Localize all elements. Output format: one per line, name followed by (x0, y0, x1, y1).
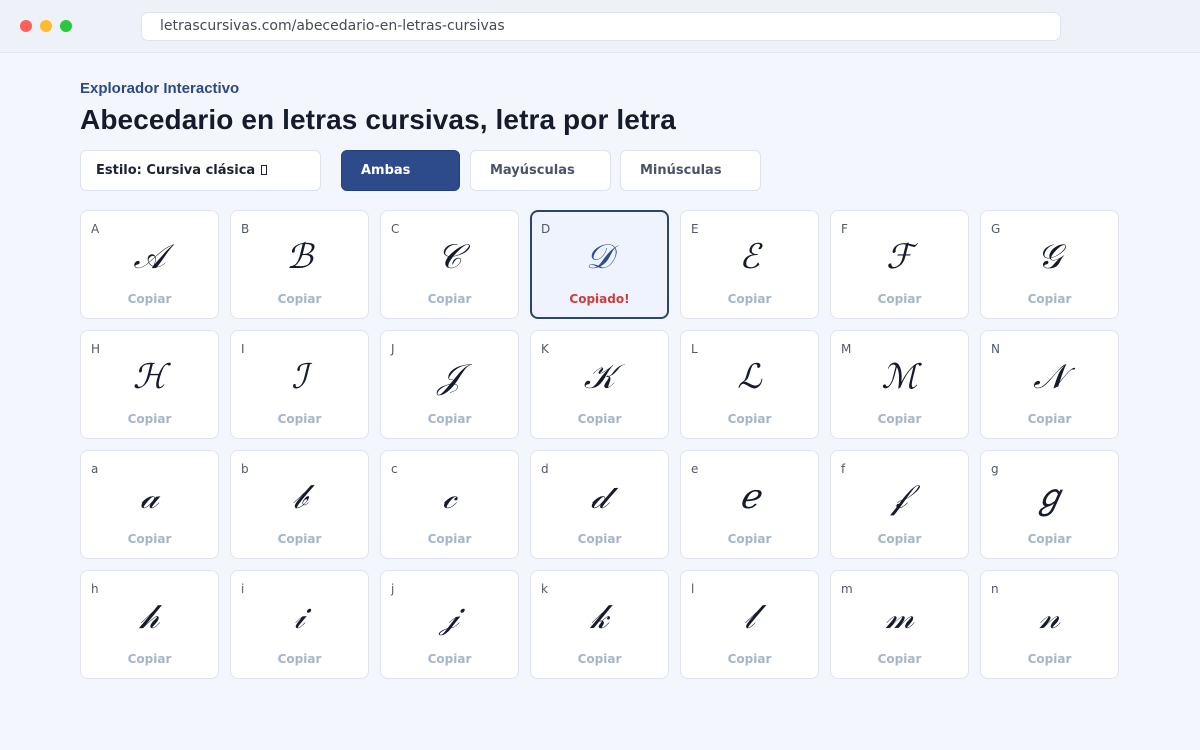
letter-card-lower-j[interactable]: j 𝒿 Copiar (380, 570, 519, 679)
copy-button[interactable]: Copiar (381, 412, 518, 426)
style-select-label: Estilo: Cursiva clásica (96, 163, 256, 178)
letter-card-lower-d[interactable]: d 𝒹 Copiar (530, 450, 669, 559)
copy-button[interactable]: Copiar (831, 652, 968, 666)
cursive-glyph: ℯ (739, 477, 760, 517)
browser-chrome: letrascursivas.com/abecedario-en-letras-… (0, 0, 1200, 53)
filter-mayusculas-button[interactable]: Mayúsculas (470, 150, 611, 191)
cursive-glyph: 𝒷 (292, 477, 307, 517)
letter-card-upper-f[interactable]: F ℱ Copiar (830, 210, 969, 319)
letter-card-upper-e[interactable]: E ℰ Copiar (680, 210, 819, 319)
letter-card-upper-b[interactable]: B ℬ Copiar (230, 210, 369, 319)
cursive-glyph: 𝒞 (437, 237, 462, 277)
cursive-glyph: 𝒾 (294, 597, 305, 637)
cursive-glyph: 𝒽 (139, 597, 160, 637)
letter-card-upper-l[interactable]: L ℒ Copiar (680, 330, 819, 439)
letter-card-lower-b[interactable]: b 𝒷 Copiar (230, 450, 369, 559)
cursive-glyph: ℰ (739, 237, 760, 277)
letter-card-lower-n[interactable]: n 𝓃 Copiar (980, 570, 1119, 679)
cursive-glyph: 𝓁 (743, 597, 756, 637)
letter-card-lower-h[interactable]: h 𝒽 Copiar (80, 570, 219, 679)
filter-minusculas-button[interactable]: Minúsculas (620, 150, 761, 191)
copy-button[interactable]: Copiar (381, 532, 518, 546)
copy-button[interactable]: Copiar (681, 292, 818, 306)
cursive-glyph: 𝒸 (442, 477, 457, 517)
cursive-glyph: ℒ (737, 357, 762, 397)
letter-card-upper-j[interactable]: J 𝒥 Copiar (380, 330, 519, 439)
filter-ambas-button[interactable]: Ambas (341, 150, 460, 191)
letter-card-lower-f[interactable]: f 𝒻 Copiar (830, 450, 969, 559)
copy-button[interactable]: Copiar (831, 532, 968, 546)
cursive-glyph: 𝒻 (891, 477, 908, 517)
copy-button[interactable]: Copiar (81, 652, 218, 666)
copy-button[interactable]: Copiar (231, 412, 368, 426)
cursive-glyph: ℊ (1032, 477, 1067, 517)
letter-card-lower-e[interactable]: e ℯ Copiar (680, 450, 819, 559)
copy-button[interactable]: Copiar (381, 652, 518, 666)
letter-card-lower-c[interactable]: c 𝒸 Copiar (380, 450, 519, 559)
cursive-glyph: ℬ (286, 237, 313, 277)
cursive-glyph: ℱ (886, 237, 913, 277)
copy-button[interactable]: Copiar (981, 412, 1118, 426)
main-content: Explorador Interactivo Abecedario en let… (0, 53, 1200, 750)
copy-button[interactable]: Copiar (81, 292, 218, 306)
cursive-glyph: 𝒶 (140, 477, 159, 517)
letter-card-upper-a[interactable]: A 𝒜 Copiar (80, 210, 219, 319)
copied-status[interactable]: Copiado! (532, 292, 667, 306)
style-select[interactable]: Estilo: Cursiva clásica (80, 150, 321, 191)
copy-button[interactable]: Copiar (381, 292, 518, 306)
letter-card-lower-k[interactable]: k 𝓀 Copiar (530, 570, 669, 679)
copy-button[interactable]: Copiar (531, 532, 668, 546)
maximize-window-icon[interactable] (60, 20, 72, 32)
copy-button[interactable]: Copiar (981, 532, 1118, 546)
copy-button[interactable]: Copiar (231, 532, 368, 546)
cursive-glyph: 𝓂 (885, 597, 914, 637)
copy-button[interactable]: Copiar (681, 652, 818, 666)
cursive-glyph: 𝒜 (133, 237, 166, 277)
page-title: Abecedario en letras cursivas, letra por… (80, 104, 676, 135)
cursive-glyph: 𝒢 (1037, 237, 1062, 277)
letter-card-upper-i[interactable]: I ℐ Copiar (230, 330, 369, 439)
letter-card-lower-a[interactable]: a 𝒶 Copiar (80, 450, 219, 559)
copy-button[interactable]: Copiar (81, 532, 218, 546)
copy-button[interactable]: Copiar (981, 292, 1118, 306)
cursive-glyph: 𝒩 (1033, 357, 1066, 397)
letter-card-upper-m[interactable]: M ℳ Copiar (830, 330, 969, 439)
copy-button[interactable]: Copiar (531, 652, 668, 666)
cursive-glyph: 𝒿 (440, 597, 459, 637)
letter-card-upper-g[interactable]: G 𝒢 Copiar (980, 210, 1119, 319)
cursive-glyph: 𝒹 (590, 477, 609, 517)
close-window-icon[interactable] (20, 20, 32, 32)
cursive-glyph: ℳ (881, 357, 918, 397)
cursive-glyph: 𝒟 (585, 237, 614, 277)
cursive-glyph: ℐ (291, 357, 308, 397)
letter-card-upper-h[interactable]: H ℋ Copiar (80, 330, 219, 439)
copy-button[interactable]: Copiar (831, 292, 968, 306)
copy-button[interactable]: Copiar (681, 532, 818, 546)
cursive-glyph: ℋ (132, 357, 167, 397)
copy-button[interactable]: Copiar (231, 652, 368, 666)
chevron-down-icon (261, 165, 268, 175)
copy-button[interactable]: Copiar (681, 412, 818, 426)
letter-card-lower-l[interactable]: l 𝓁 Copiar (680, 570, 819, 679)
cursive-glyph: 𝒥 (437, 357, 462, 397)
letter-card-upper-k[interactable]: K 𝒦 Copiar (530, 330, 669, 439)
copy-button[interactable]: Copiar (81, 412, 218, 426)
minimize-window-icon[interactable] (40, 20, 52, 32)
copy-button[interactable]: Copiar (981, 652, 1118, 666)
letter-card-upper-d[interactable]: D 𝒟 Copiado! (530, 210, 669, 319)
letter-card-lower-i[interactable]: i 𝒾 Copiar (230, 570, 369, 679)
copy-button[interactable]: Copiar (831, 412, 968, 426)
cursive-glyph: 𝓃 (1039, 597, 1060, 637)
letter-card-lower-m[interactable]: m 𝓂 Copiar (830, 570, 969, 679)
letter-card-upper-c[interactable]: C 𝒞 Copiar (380, 210, 519, 319)
address-bar[interactable]: letrascursivas.com/abecedario-en-letras-… (141, 12, 1061, 41)
copy-button[interactable]: Copiar (531, 412, 668, 426)
letter-card-upper-n[interactable]: N 𝒩 Copiar (980, 330, 1119, 439)
cursive-glyph: 𝒦 (583, 357, 616, 397)
cursive-glyph: 𝓀 (590, 597, 609, 637)
section-eyebrow: Explorador Interactivo (80, 80, 240, 97)
letter-card-lower-g[interactable]: g ℊ Copiar (980, 450, 1119, 559)
copy-button[interactable]: Copiar (231, 292, 368, 306)
